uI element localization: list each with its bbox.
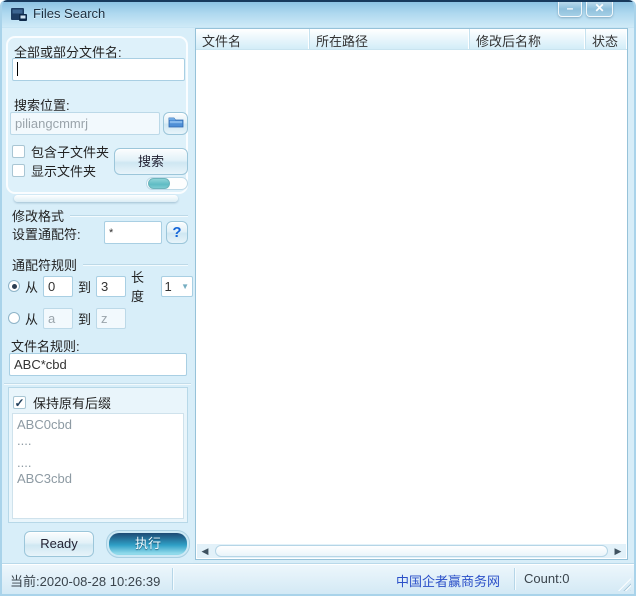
main-area: 全部或部分文件名: 搜索位置: 包含子文件夹	[2, 28, 634, 563]
alpha-from-label: 从	[25, 309, 38, 328]
numeric-to-label: 到	[78, 277, 91, 296]
include-subfolders-label: 包含子文件夹	[31, 142, 109, 161]
filename-input[interactable]	[12, 58, 185, 81]
numeric-rule-radio[interactable]	[8, 280, 20, 292]
search-button-label: 搜索	[138, 154, 164, 169]
mini-slider-thumb[interactable]	[148, 178, 170, 189]
count-text: Count:0	[524, 571, 570, 586]
alpha-to-label: 到	[78, 309, 91, 328]
table-body[interactable]	[196, 50, 627, 543]
check-icon: ✓	[14, 397, 24, 409]
wildcard-label: 设置通配符:	[12, 224, 81, 243]
alpha-rule-radio[interactable]	[8, 312, 20, 324]
location-input[interactable]	[10, 112, 160, 135]
column-header-path[interactable]: 所在路径	[310, 29, 470, 49]
section-divider	[14, 195, 178, 202]
left-panel: 全部或部分文件名: 搜索位置: 包含子文件夹	[2, 28, 193, 563]
ready-button-label: Ready	[40, 536, 78, 551]
legend-line	[83, 264, 188, 266]
column-header-newname[interactable]: 修改后名称	[470, 29, 586, 49]
results-table: 文件名 所在路径 修改后名称 状态 ◀ ▶	[195, 28, 628, 560]
minimize-icon: –	[567, 1, 574, 15]
folder-icon	[168, 116, 184, 131]
window-title: Files Search	[33, 6, 105, 21]
list-item: ....	[17, 433, 179, 449]
column-header-filename[interactable]: 文件名	[196, 29, 310, 49]
horizontal-scrollbar[interactable]: ◀ ▶	[197, 544, 626, 558]
statusbar-separator	[172, 568, 173, 590]
keep-suffix-label: 保持原有后缀	[33, 393, 111, 412]
table-header: 文件名 所在路径 修改后名称 状态	[196, 29, 627, 50]
execute-button-label: 执行	[135, 536, 161, 551]
length-label: 长度	[131, 267, 155, 305]
minimize-button[interactable]: –	[558, 2, 582, 17]
preview-list[interactable]: ABC0cbd .... .... ABC3cbd	[12, 413, 184, 519]
app-icon	[11, 7, 28, 22]
alpha-rule-row: 从 到	[8, 307, 126, 329]
close-button[interactable]: ✕	[586, 2, 613, 17]
help-button[interactable]: ?	[166, 221, 188, 244]
column-header-status[interactable]: 状态	[586, 29, 627, 49]
numeric-rule-row: 从 到 长度 1 ▼	[8, 275, 193, 297]
scroll-right-icon[interactable]: ▶	[610, 544, 626, 558]
status-bar: 当前:2020-08-28 10:26:39 中国企者赢商务网 Count:0	[2, 563, 634, 594]
help-icon: ?	[172, 224, 181, 241]
current-time-text: 当前:2020-08-28 10:26:39	[10, 571, 160, 590]
ready-button[interactable]: Ready	[24, 531, 94, 557]
include-subfolders-checkbox[interactable]	[12, 145, 25, 158]
alpha-to-input[interactable]	[96, 308, 126, 329]
site-link[interactable]: 中国企者赢商务网	[396, 571, 500, 590]
show-folders-checkbox[interactable]	[12, 164, 25, 177]
statusbar-separator	[514, 568, 515, 590]
keep-suffix-box: ✓ 保持原有后缀 ABC0cbd .... .... ABC3cbd	[8, 387, 188, 523]
length-dropdown[interactable]: 1 ▼	[161, 276, 193, 297]
list-item: ABC3cbd	[17, 471, 179, 487]
numeric-from-input[interactable]	[43, 276, 73, 297]
text-caret	[17, 62, 18, 76]
scrollbar-thumb[interactable]	[215, 545, 608, 557]
length-value: 1	[165, 279, 172, 294]
mini-slider[interactable]	[146, 177, 188, 190]
wildcard-rules-label: 通配符规则	[12, 255, 83, 274]
divider-line	[4, 383, 191, 384]
wildcard-input[interactable]	[104, 221, 162, 244]
include-subfolders-row[interactable]: 包含子文件夹	[12, 142, 109, 161]
show-folders-label: 显示文件夹	[31, 161, 96, 180]
alpha-from-input[interactable]	[43, 308, 73, 329]
list-item: ABC0cbd	[17, 417, 179, 433]
keep-suffix-row[interactable]: ✓ 保持原有后缀	[9, 388, 187, 416]
resize-grip[interactable]	[618, 578, 631, 591]
browse-folder-button[interactable]	[163, 112, 188, 135]
numeric-to-input[interactable]	[96, 276, 126, 297]
close-icon: ✕	[594, 1, 604, 15]
wildcard-rules-legend: 通配符规则	[12, 255, 188, 274]
modify-format-label: 修改格式	[12, 206, 70, 225]
chevron-down-icon: ▼	[181, 282, 189, 291]
keep-suffix-checkbox[interactable]: ✓	[13, 396, 26, 409]
scroll-left-icon[interactable]: ◀	[197, 544, 213, 558]
numeric-from-label: 从	[25, 277, 38, 296]
name-rule-input[interactable]	[9, 353, 187, 376]
search-button[interactable]: 搜索	[114, 148, 188, 175]
app-window: Files Search – ✕ 全部或部分文件名: 搜索位置:	[0, 0, 636, 596]
list-item: ....	[17, 455, 179, 471]
execute-button[interactable]: 执行	[106, 530, 190, 558]
show-folders-row[interactable]: 显示文件夹	[12, 161, 96, 180]
legend-line	[70, 215, 188, 217]
title-bar[interactable]: Files Search – ✕	[2, 0, 634, 28]
